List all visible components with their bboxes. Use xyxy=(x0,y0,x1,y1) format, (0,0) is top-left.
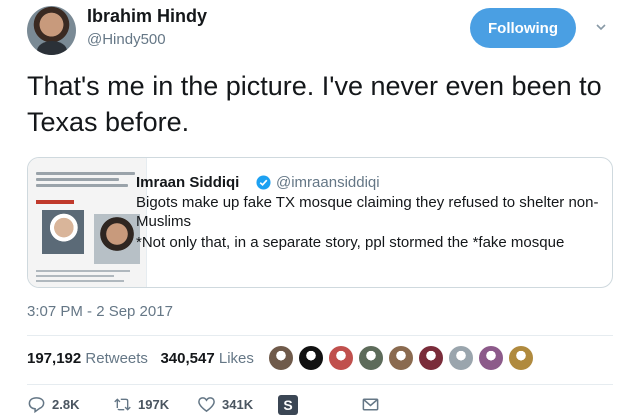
author-name[interactable]: Ibrahim Hindy xyxy=(87,6,207,27)
like-icon xyxy=(198,397,215,413)
verified-icon xyxy=(256,175,271,190)
reply-button[interactable]: 2.8K xyxy=(27,395,79,414)
like-count: 341K xyxy=(222,397,254,412)
retweet-button[interactable]: 197K xyxy=(113,395,169,414)
message-icon xyxy=(362,398,379,411)
liker-avatar[interactable] xyxy=(298,345,324,371)
divider xyxy=(27,335,613,336)
liker-avatar[interactable] xyxy=(328,345,354,371)
reply-count: 2.8K xyxy=(52,397,80,412)
quoted-tweet-text-continued: *Not only that, in a separate story, ppl… xyxy=(136,234,565,251)
retweet-icon xyxy=(114,398,131,411)
reply-icon xyxy=(28,397,45,414)
liker-avatar[interactable] xyxy=(448,345,474,371)
quoted-author-handle[interactable]: @imraansiddiqi xyxy=(276,174,380,191)
likes-count[interactable]: 340,547 xyxy=(160,350,214,367)
retweet-count: 197K xyxy=(138,397,170,412)
direct-message-button[interactable] xyxy=(361,395,380,414)
likes-label[interactable]: Likes xyxy=(219,350,254,367)
thumbnail-photo-2 xyxy=(94,214,140,264)
tweet-timestamp[interactable]: 3:07 PM - 2 Sep 2017 xyxy=(27,303,173,320)
quoted-tweet-text: Bigots make up fake TX mosque claiming t… xyxy=(136,194,599,230)
liker-avatar[interactable] xyxy=(508,345,534,371)
thumbnail-red-bar xyxy=(36,200,74,204)
thumbnail-photo-1 xyxy=(42,210,84,254)
tweet-text: That's me in the picture. I've never eve… xyxy=(27,71,602,137)
liker-avatar[interactable] xyxy=(268,345,294,371)
author-handle[interactable]: @Hindy500 xyxy=(87,31,166,48)
thumbnail-headline xyxy=(36,172,140,190)
like-button[interactable]: 341K xyxy=(197,395,253,414)
liker-avatars xyxy=(268,345,538,373)
quoted-tweet-thumbnail xyxy=(28,158,147,287)
author-avatar[interactable] xyxy=(27,6,76,55)
divider xyxy=(27,384,613,385)
tweet-stats: 197,192 Retweets 340,547 Likes xyxy=(27,350,254,367)
retweets-count[interactable]: 197,192 xyxy=(27,350,81,367)
quoted-author-name[interactable]: Imraan Siddiqi xyxy=(136,174,239,191)
thumbnail-body-text xyxy=(36,270,140,285)
liker-avatar[interactable] xyxy=(358,345,384,371)
extension-badge-button[interactable]: S xyxy=(278,395,298,415)
following-button[interactable]: Following xyxy=(470,8,576,48)
liker-avatar[interactable] xyxy=(418,345,444,371)
liker-avatar[interactable] xyxy=(388,345,414,371)
liker-avatar[interactable] xyxy=(478,345,504,371)
caret-down-icon[interactable] xyxy=(596,22,606,32)
extension-badge: S xyxy=(278,395,298,415)
retweets-label[interactable]: Retweets xyxy=(85,350,148,367)
